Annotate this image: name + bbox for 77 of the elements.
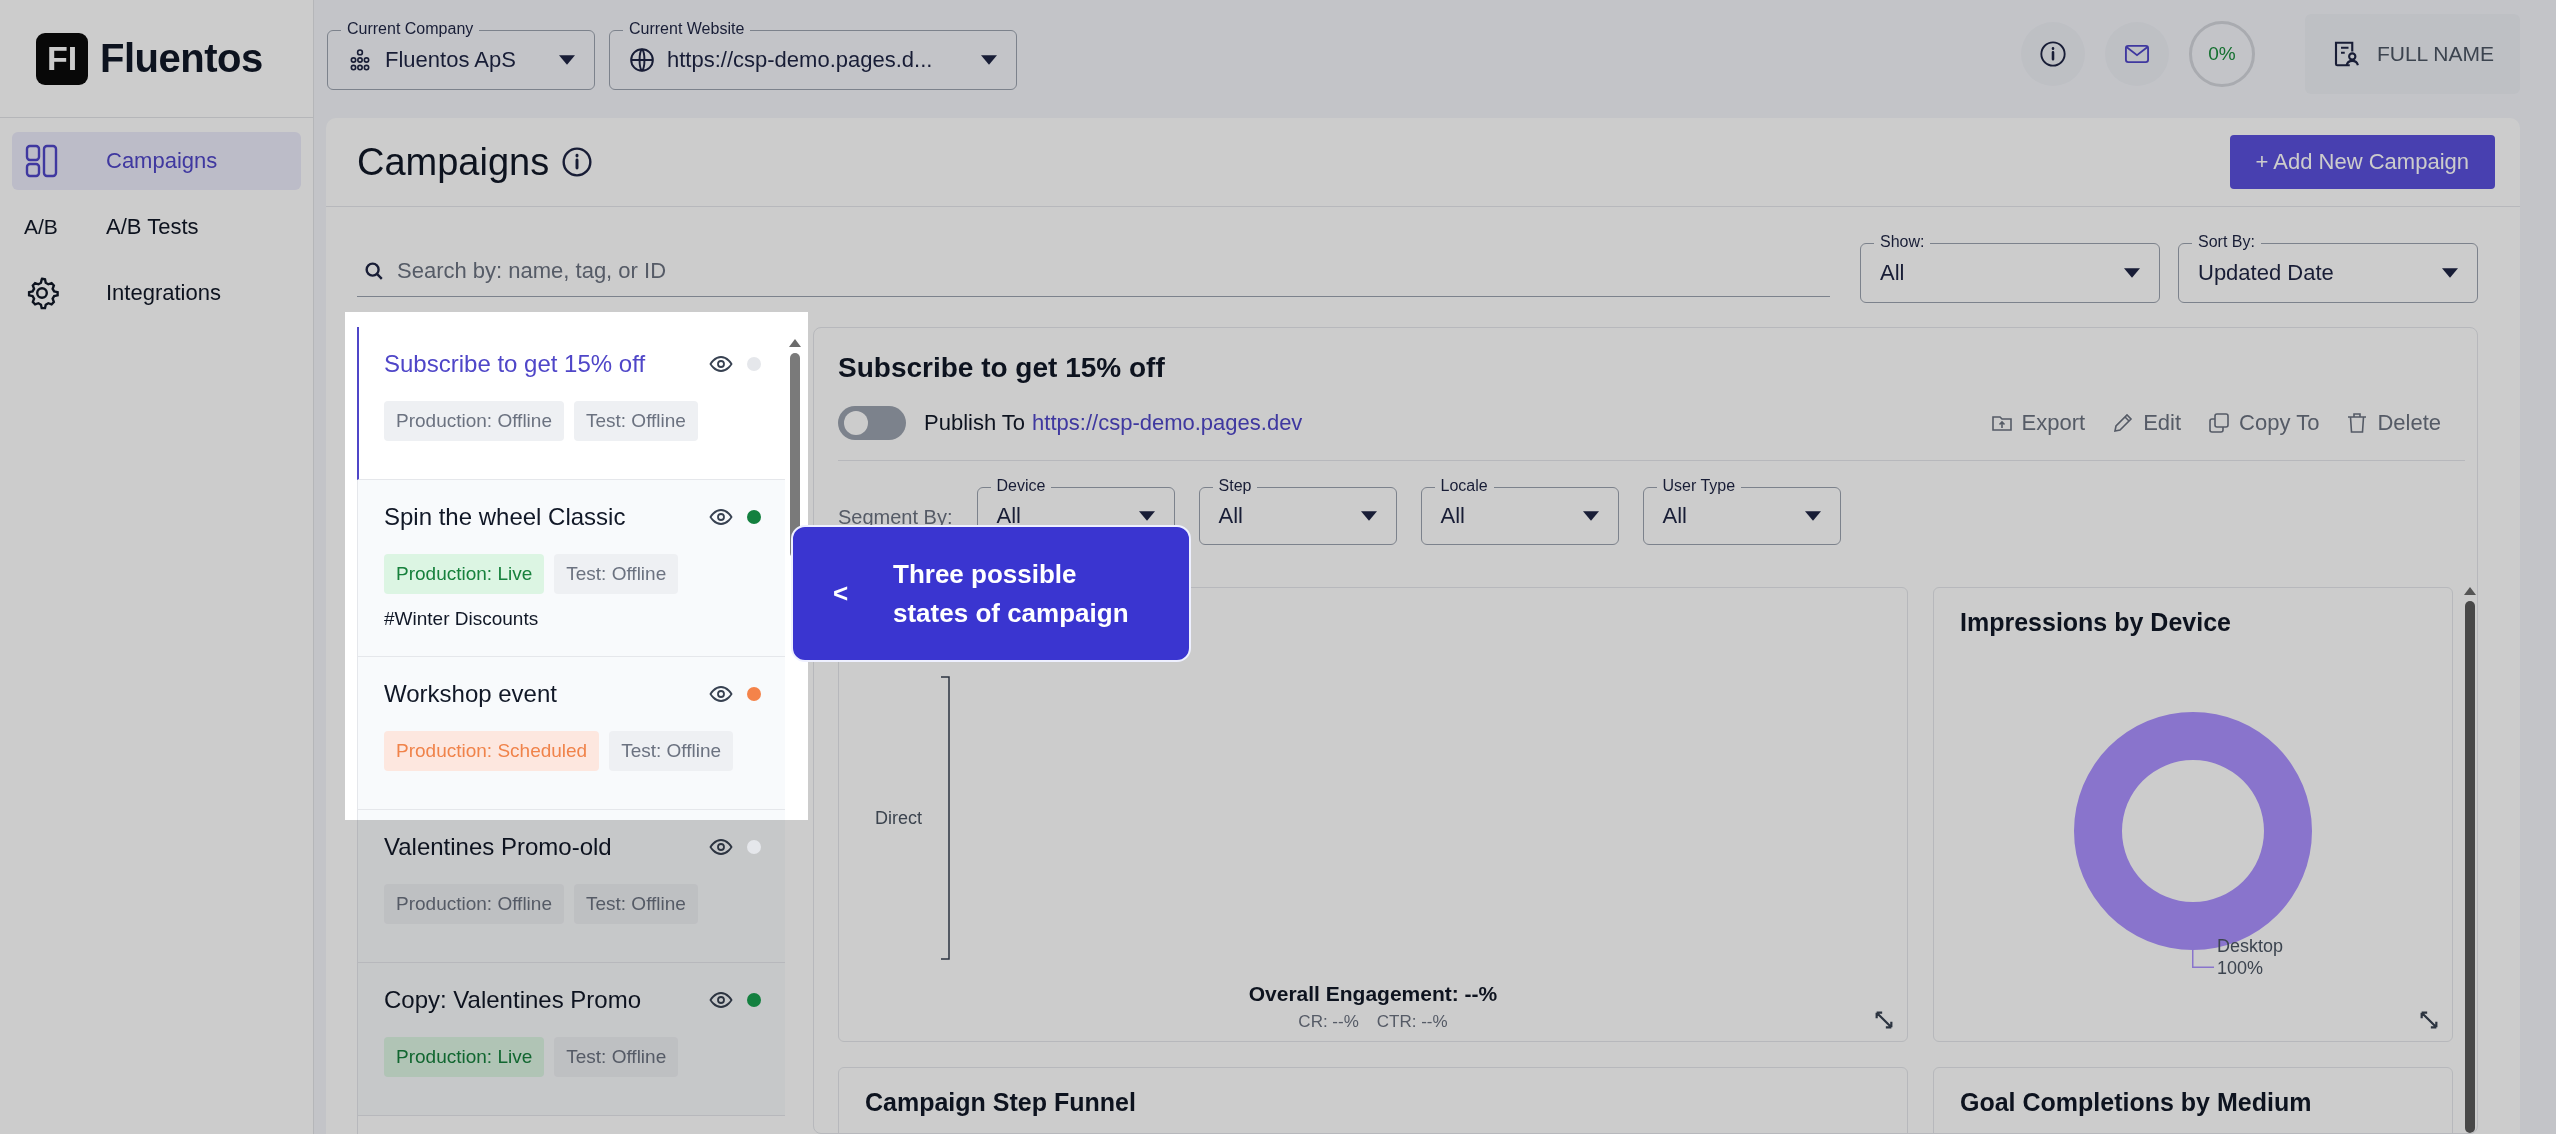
copy-link[interactable]: Copy To — [2207, 410, 2320, 436]
select-field[interactable]: Current Website https://csp-demo.pages.d... — [609, 18, 1017, 90]
status-tag: Test: Offline — [573, 401, 698, 441]
ab-icon: A/B — [24, 215, 60, 239]
status-tag: Production: Live — [384, 1037, 545, 1077]
campaign-item[interactable]: Subscribe to get 15% off Production: Offline Test: Offline — [357, 327, 785, 480]
progress-indicator: 0% — [2188, 21, 2255, 87]
delete-link[interactable]: Delete — [2345, 410, 2441, 436]
select-field[interactable]: Current Company Fluentos ApS — [327, 18, 595, 90]
info-icon — [2038, 40, 2067, 68]
legend-label: Desktop — [2217, 935, 2284, 957]
campaign-title: Subscribe to get 15% off — [838, 352, 1166, 384]
info-icon[interactable] — [561, 146, 594, 178]
caret-icon — [1360, 511, 1377, 521]
add-campaign-button[interactable]: + Add New Campaign — [2229, 135, 2495, 189]
campaign-name: Subscribe to get 15% off — [384, 350, 647, 378]
status-tag: Production: Offline — [384, 884, 564, 924]
campaign-name: Valentines Promo-old — [384, 833, 613, 861]
chart-title: Campaign Step Funnel — [864, 1087, 1137, 1117]
caret-icon — [1582, 511, 1599, 521]
campaign-item[interactable]: Valentines Promo-old Production: Offline Test: Offline — [358, 810, 785, 963]
select-field[interactable]: Sort By: Updated Date — [2178, 231, 2478, 303]
status-tag: Production: Offline — [384, 401, 564, 441]
rate-value: CTR: --% — [1376, 1012, 1448, 1032]
tooltip-text: Three possible states of campaign — [893, 557, 1130, 630]
status-tag: Production: Live — [384, 554, 545, 594]
caret-icon — [2442, 267, 2458, 278]
caret-icon — [1804, 511, 1821, 521]
select-field[interactable]: User Type All — [1642, 476, 1841, 545]
campaign-item[interactable]: Copy: Valentines Promo Production: Live Test: Offline — [358, 963, 785, 1116]
caret-icon — [559, 54, 575, 65]
edit-link[interactable]: Edit — [2111, 410, 2182, 436]
logo-mark: FI — [36, 32, 88, 85]
page-title: Campaigns — [357, 140, 550, 184]
expand-icon[interactable] — [2418, 1009, 2440, 1031]
user-button[interactable]: FULL NAME — [2304, 14, 2520, 94]
select-field[interactable]: Locale All — [1420, 476, 1619, 545]
publish-label: Publish To — [924, 410, 1026, 436]
export-link[interactable]: Export — [1989, 410, 2086, 436]
chart-title: Impressions by Device — [1959, 607, 2232, 637]
axis-label: Direct — [875, 807, 922, 829]
publish-toggle[interactable] — [838, 406, 906, 440]
campaign-item[interactable]: Spin the wheel Classic Production: Live Test: Offline #Winter Discounts — [358, 480, 785, 657]
scrollbar[interactable] — [2463, 587, 2477, 1133]
status-tag: Test: Offline — [554, 1037, 679, 1077]
sidebar-item[interactable]: A/B A/B Tests — [12, 198, 301, 256]
status-tag: Test: Offline — [609, 731, 734, 771]
campaign-name: Spin the wheel Classic — [384, 503, 627, 531]
sidebar-item[interactable]: Integrations — [12, 264, 301, 322]
select-field[interactable]: Device All — [976, 476, 1175, 545]
expand-icon[interactable] — [1873, 1009, 1895, 1031]
select-field[interactable]: Show: All — [1860, 231, 2160, 303]
search-icon — [363, 260, 385, 282]
layout-icon — [24, 143, 60, 179]
brand-name: Fluentos — [100, 36, 263, 81]
website-link[interactable]: https://csp-demo.pages.dev — [1032, 410, 1303, 436]
leader-line — [2192, 950, 2214, 968]
caret-icon — [1138, 511, 1155, 521]
status-tag: Test: Offline — [554, 554, 679, 594]
status-tag: Production: Scheduled — [384, 731, 600, 771]
copy-icon — [2207, 411, 2232, 435]
status-tag: Test: Offline — [573, 884, 698, 924]
legend-value: 100% — [2217, 957, 2265, 979]
sidebar-item[interactable]: Campaigns — [12, 132, 301, 190]
campaign-name: Workshop event — [384, 680, 558, 708]
back-link[interactable]: < — [833, 578, 893, 609]
campaign-item[interactable]: Workshop event Production: Scheduled Test: Offline — [358, 657, 785, 810]
rate-value: CR: --% — [1298, 1012, 1359, 1032]
caret-icon — [981, 54, 997, 65]
engagement-summary: Overall Engagement: --% — [1248, 982, 1498, 1006]
select-field[interactable]: Step All — [1198, 476, 1397, 545]
search-field[interactable]: Search by: name, tag, or ID — [357, 246, 1830, 297]
caret-icon — [2124, 267, 2140, 278]
campaign-name: Copy: Valentines Promo — [384, 986, 642, 1014]
chart-title: Goal Completions by Medium — [1959, 1087, 2313, 1117]
globe-icon — [629, 46, 655, 73]
campaign-tag: #Winter Discounts — [384, 608, 761, 630]
